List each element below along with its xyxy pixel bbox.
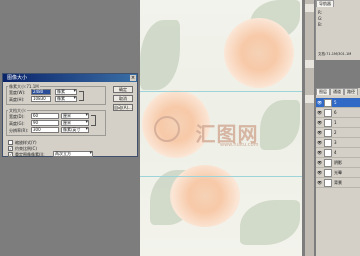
ok-button[interactable]: 确定: [113, 86, 133, 93]
layer-row[interactable]: 👁 阴影: [316, 158, 360, 168]
eye-icon[interactable]: 👁: [317, 121, 322, 125]
leaf-shape: [140, 20, 180, 90]
navigator-tabs: 导航器: [316, 0, 334, 7]
doc-width-input[interactable]: 60: [31, 113, 59, 119]
image-canvas[interactable]: 汇图网 www.huitu.com: [140, 0, 302, 256]
width-input[interactable]: 2480: [31, 89, 51, 95]
layer-thumbnail: [324, 109, 332, 117]
link-icon: [79, 91, 84, 101]
resolution-unit-select[interactable]: 像素/英寸: [61, 127, 89, 133]
layer-row[interactable]: 👁 3: [316, 138, 360, 148]
layer-row[interactable]: 👁 背景: [316, 178, 360, 188]
photoshop-workspace: 汇图网 www.huitu.com 图像大小 × 像素大小:71.1M 宽度(W…: [0, 0, 360, 256]
width-label: 宽度(W):: [9, 90, 26, 95]
eye-icon[interactable]: 👁: [317, 131, 322, 135]
layer-name: 6: [334, 110, 337, 115]
layer-name: 5: [334, 100, 337, 105]
image-size-dialog: 图像大小 × 像素大小:71.1M 宽度(W): 2480 像素 高度(H): …: [2, 73, 138, 157]
navigator-icon[interactable]: [305, 4, 314, 12]
readout-g: G:: [318, 16, 323, 21]
doc-height-label: 高度(G):: [9, 121, 25, 126]
layer-name: 4: [334, 150, 337, 155]
auto-button[interactable]: 自动(A)...: [113, 104, 133, 111]
resample-checkbox[interactable]: ✓: [8, 152, 13, 157]
height-label: 高度(H):: [9, 97, 25, 102]
eye-icon[interactable]: 👁: [317, 111, 322, 115]
document-info: 文档:71.1M/301.1M: [318, 52, 352, 56]
link-icon: [91, 115, 96, 126]
layer-name: 阴影: [334, 160, 342, 165]
close-icon[interactable]: ×: [130, 75, 136, 81]
layer-thumbnail: [324, 179, 332, 187]
layer-row[interactable]: 👁 5: [316, 98, 360, 108]
layers-tabs: 图层 通道 路径: [316, 88, 358, 95]
height-unit-select[interactable]: 像素: [55, 96, 77, 102]
layer-name: 3: [334, 140, 337, 145]
height-input[interactable]: 10830: [31, 96, 51, 102]
resolution-input[interactable]: 300: [31, 127, 59, 133]
layer-row[interactable]: 👁 光晕: [316, 168, 360, 178]
tab-channels[interactable]: 通道: [330, 88, 344, 95]
eye-icon[interactable]: 👁: [317, 171, 322, 175]
layer-thumbnail: [324, 169, 332, 177]
readout-b: B:: [318, 22, 323, 27]
layer-thumbnail: [324, 129, 332, 137]
watermark-url: www.huitu.com: [220, 142, 259, 148]
layer-name: 光晕: [334, 170, 342, 175]
eye-icon[interactable]: 👁: [317, 141, 322, 145]
layer-thumbnail: [324, 139, 332, 147]
layer-name: 1: [334, 120, 337, 125]
layer-row[interactable]: 👁 6: [316, 108, 360, 118]
resample-method-select[interactable]: 两次立方: [53, 151, 93, 157]
doc-height-input[interactable]: 90: [31, 120, 59, 126]
panel-dock-strip: [305, 0, 314, 256]
layer-thumbnail: [324, 159, 332, 167]
layer-name: 2: [334, 130, 337, 135]
resample-label: 重定图像像素(I):: [15, 152, 45, 157]
history-icon[interactable]: [305, 60, 314, 68]
layer-row[interactable]: 👁 2: [316, 128, 360, 138]
navigator-panel: 导航器 R: G: B: 文档:71.1M/301.1M: [315, 0, 360, 60]
guide-line[interactable]: [140, 91, 302, 92]
tab-paths[interactable]: 路径: [344, 88, 358, 95]
dialog-title: 图像大小: [7, 75, 28, 81]
eye-icon[interactable]: 👁: [317, 101, 322, 105]
peony-flower: [224, 18, 294, 88]
brushes-icon[interactable]: [305, 95, 314, 103]
constrain-proportions-checkbox[interactable]: ✓: [8, 146, 13, 151]
guide-line[interactable]: [140, 176, 302, 177]
layer-thumbnail: [324, 99, 332, 107]
layer-row[interactable]: 👁 4: [316, 148, 360, 158]
cancel-button[interactable]: 取消: [113, 95, 133, 102]
readout-r: R:: [318, 10, 323, 15]
layers-panel: 图层 通道 路径 👁 5 👁 6 👁 1 👁 2 👁 3 👁 4 👁 阴影 👁 光晕 👁 背景: [316, 88, 360, 256]
doc-width-label: 宽度(D):: [9, 114, 25, 119]
scale-styles-checkbox[interactable]: [8, 140, 13, 145]
eye-icon[interactable]: 👁: [317, 181, 322, 185]
resolution-label: 分辨率(R):: [9, 128, 29, 133]
layer-row[interactable]: 👁 1: [316, 118, 360, 128]
dialog-titlebar[interactable]: 图像大小 ×: [3, 74, 137, 82]
layer-name: 背景: [334, 180, 342, 185]
eye-icon[interactable]: 👁: [317, 161, 322, 165]
tab-navigator[interactable]: 导航器: [316, 0, 334, 7]
tab-layers[interactable]: 图层: [316, 88, 330, 95]
eye-icon[interactable]: 👁: [317, 151, 322, 155]
layer-thumbnail: [324, 119, 332, 127]
peony-flower: [170, 165, 240, 227]
leaf-shape: [240, 200, 300, 245]
layer-thumbnail: [324, 149, 332, 157]
